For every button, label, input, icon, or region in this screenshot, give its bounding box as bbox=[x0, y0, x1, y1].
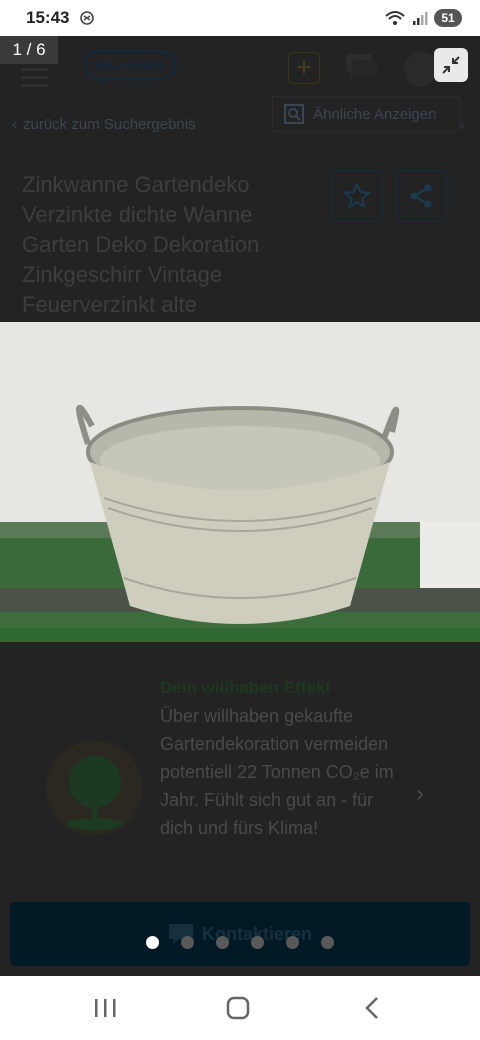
tree-icon bbox=[67, 756, 123, 830]
similar-ads-label: Ähnliche Anzeigen bbox=[313, 105, 437, 123]
status-time: 15:43 bbox=[26, 8, 70, 27]
nfc-icon bbox=[80, 11, 95, 25]
back-link-label: zurück zum Suchergebnis bbox=[23, 116, 196, 133]
slide-dot[interactable] bbox=[181, 936, 194, 949]
logo-text: WILLHABEN bbox=[95, 60, 165, 72]
status-bar: 15:43 51 bbox=[0, 0, 480, 36]
slide-dot[interactable] bbox=[286, 936, 299, 949]
avatar[interactable] bbox=[404, 52, 438, 86]
contact-button[interactable]: Kontaktieren bbox=[10, 902, 470, 966]
back-icon[interactable] bbox=[358, 994, 388, 1022]
wifi-icon bbox=[385, 11, 405, 25]
share-button[interactable] bbox=[395, 170, 447, 222]
battery-indicator: 51 bbox=[434, 9, 462, 27]
favorite-button[interactable] bbox=[331, 170, 383, 222]
share-icon bbox=[410, 184, 432, 208]
eco-impact-card[interactable]: Dein willhaben Effekt Über willhaben gek… bbox=[26, 660, 456, 890]
star-icon bbox=[343, 182, 371, 209]
slide-dot[interactable] bbox=[251, 936, 264, 949]
recents-icon[interactable] bbox=[90, 994, 120, 1022]
eco-body: Über willhaben gekaufte Gartendekoration… bbox=[160, 706, 394, 838]
chat-icon[interactable] bbox=[344, 52, 380, 84]
chevron-left-icon: ‹ bbox=[12, 116, 17, 133]
back-to-results-link[interactable]: ‹ zurück zum Suchergebnis bbox=[12, 116, 196, 133]
home-icon[interactable] bbox=[223, 994, 253, 1022]
chevron-right-icon: › bbox=[416, 780, 424, 807]
collapse-icon bbox=[442, 56, 460, 74]
listing-title: Zinkwanne Gartendeko Verzinkte dichte Wa… bbox=[22, 172, 260, 317]
plus-icon[interactable]: + bbox=[288, 52, 320, 84]
similar-ads-button[interactable]: Ähnliche Anzeigen bbox=[272, 96, 460, 132]
image-counter: 1 / 6 bbox=[0, 36, 58, 64]
slide-indicator bbox=[146, 936, 334, 949]
eco-title: Dein willhaben Effekt bbox=[160, 678, 331, 697]
signal-icon bbox=[413, 12, 428, 25]
slide-dot[interactable] bbox=[321, 936, 334, 949]
slide-dot[interactable] bbox=[146, 936, 159, 949]
listing-page: 1 / 6 WILLHABEN + ‹ zurück zum Suchergebn… bbox=[0, 36, 480, 976]
android-navigation-bar bbox=[0, 976, 480, 1040]
image-search-icon bbox=[284, 104, 304, 124]
slide-dot[interactable] bbox=[216, 936, 229, 949]
listing-photo[interactable] bbox=[0, 322, 480, 642]
collapse-button[interactable] bbox=[434, 48, 468, 82]
menu-icon[interactable] bbox=[22, 68, 48, 92]
chevron-right-icon: › bbox=[460, 118, 464, 132]
